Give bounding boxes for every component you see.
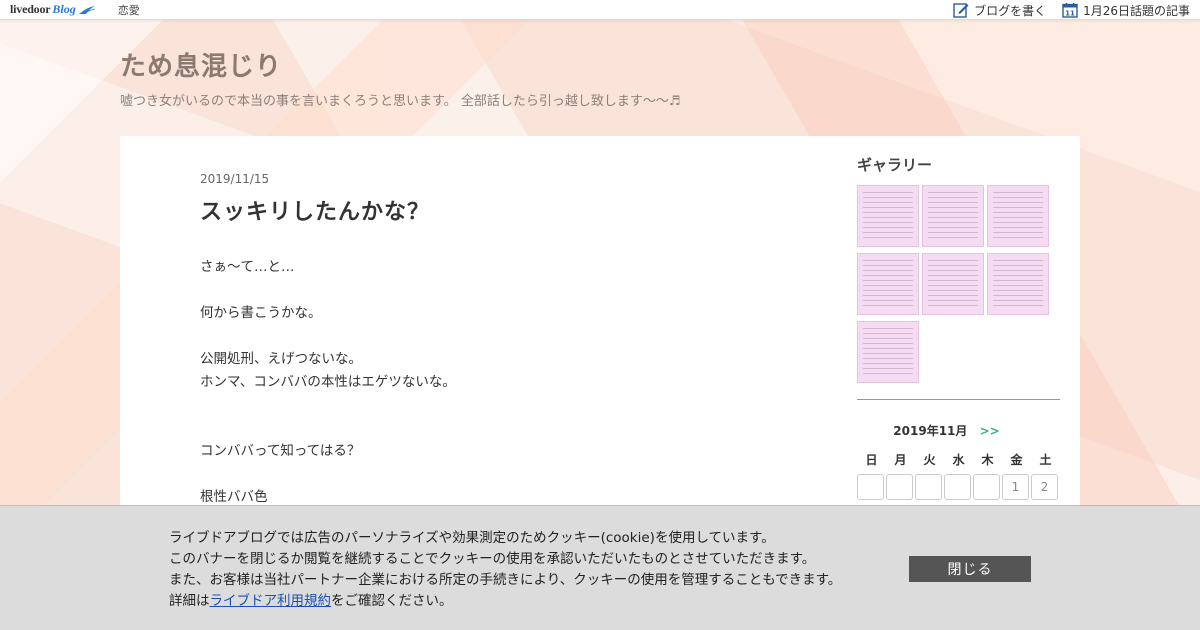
weekday-label: 火 [923,453,936,467]
post-body: さぁ〜て…と… 何から書こうかな。 公開処刑、えげつないな。 ホンマ、コンババの… [200,256,760,509]
logo-text: livedoor [10,2,51,16]
post-line: 何から書こうかな。 [200,305,322,321]
gallery-title: ギャラリー [857,156,933,174]
weekday-label: 月 [894,453,907,467]
weekday-label: 金 [1010,453,1023,467]
weekday-label: 木 [981,453,994,467]
trending-articles-link[interactable]: 11 1月26日話題の記事 [1062,2,1190,19]
post-line: さぁ〜て…と… [200,259,295,275]
gallery-thumbnail[interactable] [987,253,1049,315]
livedoor-blog-logo[interactable]: livedoor Blog [10,2,96,17]
post-line: ホンマ、コンババの本性はエゲツないな。 [200,374,456,390]
calendar-day [857,474,884,500]
calendar-day[interactable]: 2 [1031,474,1058,500]
weekday-label: 土 [1039,453,1052,467]
logo-blog-text: Blog [52,2,76,16]
post-line: コンババって知ってはる？ [200,443,361,459]
cookie-message: ライブドアブログでは広告のパーソナライズや効果測定のためクッキー(cookie)… [169,528,841,612]
blog-description: 嘘つき女がいるので本当の事を言いまくろうと思います。 全部話したら引っ越し致しま… [120,94,681,109]
gallery-thumbnail[interactable] [857,185,919,247]
post-line: 公開処刑、えげつないな。 [200,351,362,367]
calendar-next-link[interactable]: >> [980,424,1000,438]
post-line [200,394,760,417]
sidebar: ギャラリー 2019年11月 >> 日 月 火 水 木 金 土 1 2 [857,154,1060,500]
calendar-month: 2019年11月 [893,424,968,438]
cookie-line: このバナーを閉じるか閲覧を継続することでクッキーの使用を承認いただいたものとさせ… [169,551,816,567]
calendar-day [915,474,942,500]
post-title[interactable]: スッキリしたんかな？ [200,194,760,226]
weekday-label: 水 [952,453,965,467]
calendar-day [973,474,1000,500]
terms-link[interactable]: ライブドア利用規約 [210,593,332,609]
gallery-thumbnail[interactable] [987,185,1049,247]
post-date: 2019/11/15 [200,172,270,186]
calendar-header: 2019年11月 >> [857,422,1060,439]
gallery-thumbnail[interactable] [857,321,919,383]
gallery-thumbnail[interactable] [922,253,984,315]
calendar: 2019年11月 >> 日 月 火 水 木 金 土 1 2 [857,422,1060,500]
calendar-day [944,474,971,500]
bird-icon [78,5,95,14]
cookie-line-suffix: をご確認ください。 [331,593,453,609]
write-blog-link[interactable]: ブログを書く [953,2,1046,19]
top-right-links: ブログを書く 11 1月26日話題の記事 [953,0,1190,20]
calendar-day [886,474,913,500]
calendar-day[interactable]: 1 [1002,474,1029,500]
cookie-line: 詳細はライブドア利用規約をご確認ください。 [169,591,841,612]
gallery-grid [857,185,1060,383]
pencil-note-icon [953,3,969,18]
write-blog-label: ブログを書く [974,3,1047,18]
top-bar: livedoor Blog 恋愛 ブログを書く 11 1月26日話題の記事 [0,0,1200,20]
cookie-line-prefix: 詳細は [169,593,210,609]
post-line [200,463,760,486]
calendar-icon: 11 [1062,3,1078,18]
close-button[interactable]: 閉じる [909,556,1031,582]
cookie-line: また、お客様は当社パートナー企業における所定の手続きにより、クッキーの使用を管理… [169,572,842,588]
post-line [200,325,760,348]
cookie-line: ライブドアブログでは広告のパーソナライズや効果測定のためクッキー(cookie)… [169,530,775,546]
gallery-thumbnail[interactable] [857,253,919,315]
cookie-banner: ライブドアブログでは広告のパーソナライズや効果測定のためクッキー(cookie)… [0,505,1200,630]
post-line [200,279,760,302]
trending-label: 1月26日話題の記事 [1083,3,1190,18]
article: 2019/11/15 スッキリしたんかな？ さぁ〜て…と… 何から書こうかな。 … [200,172,760,509]
calendar-icon-day: 11 [1065,10,1075,18]
gallery-thumbnail[interactable] [922,185,984,247]
post-line [200,417,760,440]
sidebar-divider [857,399,1060,400]
blog-title[interactable]: ため息混じり [120,46,282,83]
category-link[interactable]: 恋愛 [118,2,140,18]
calendar-grid: 日 月 火 水 木 金 土 1 2 [857,451,1060,500]
weekday-label: 日 [865,453,878,467]
